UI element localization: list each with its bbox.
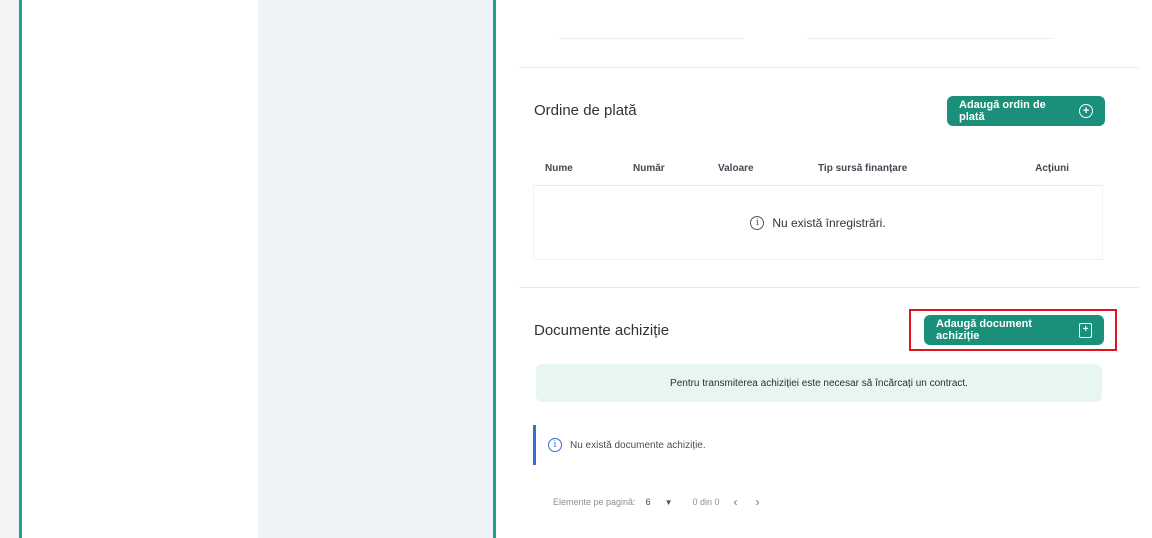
range-label: 0 din 0 bbox=[692, 497, 720, 507]
field-underline bbox=[807, 38, 1054, 39]
info-icon: i bbox=[548, 438, 562, 452]
per-page-label: Elemente pe pagină: bbox=[553, 497, 636, 507]
page: Ordine de plată Adaugă ordin de plată + … bbox=[0, 0, 1152, 538]
main-content: Ordine de plată Adaugă ordin de plată + … bbox=[499, 0, 1152, 538]
no-documents-alert: i Nu există documente achiziție. bbox=[533, 425, 1103, 465]
contract-notice: Pentru transmiterea achiziției este nece… bbox=[536, 364, 1102, 402]
table-header: Nume Număr Valoare Tip sursă finanțare A… bbox=[533, 152, 1103, 186]
acquisition-documents-title: Documente achiziție bbox=[534, 322, 670, 339]
left-panel bbox=[22, 0, 258, 538]
left-rail bbox=[0, 0, 22, 538]
per-page-select[interactable]: 6 ▼ bbox=[646, 497, 673, 507]
contract-notice-text: Pentru transmiterea achiziției este nece… bbox=[670, 377, 968, 389]
empty-state-row: i Nu există înregistrări. bbox=[533, 186, 1103, 260]
chevron-right-icon[interactable]: › bbox=[752, 495, 764, 509]
chevron-left-icon[interactable]: ‹ bbox=[730, 495, 742, 509]
column-header[interactable]: Tip sursă finanțare bbox=[818, 163, 1013, 174]
column-header: Acțiuni bbox=[1035, 163, 1069, 174]
per-page-value: 6 bbox=[645, 497, 651, 507]
payment-orders-table: Nume Număr Valoare Tip sursă finanțare A… bbox=[533, 152, 1103, 260]
column-header[interactable]: Nume bbox=[533, 163, 633, 174]
column-header[interactable]: Număr bbox=[633, 163, 718, 174]
top-field-remnants bbox=[559, 14, 1054, 40]
empty-state-text: Nu există înregistrări. bbox=[772, 215, 886, 230]
info-icon: i bbox=[750, 215, 765, 230]
middle-panel bbox=[258, 0, 496, 538]
paginator: Elemente pe pagină: 6 ▼ 0 din 0 ‹ › bbox=[553, 491, 764, 513]
add-payment-order-button[interactable]: Adaugă ordin de plată + bbox=[947, 96, 1105, 126]
highlight-box bbox=[909, 309, 1117, 351]
plus-circle-icon: + bbox=[1079, 104, 1093, 118]
payment-orders-title: Ordine de plată bbox=[534, 102, 637, 119]
column-header[interactable]: Valoare bbox=[718, 163, 818, 174]
no-documents-text: Nu există documente achiziție. bbox=[570, 439, 706, 451]
caret-down-icon: ▼ bbox=[664, 497, 673, 507]
section-divider bbox=[519, 287, 1139, 288]
add-payment-order-label: Adaugă ordin de plată bbox=[959, 99, 1046, 123]
section-divider bbox=[519, 67, 1139, 68]
field-underline bbox=[559, 38, 744, 39]
